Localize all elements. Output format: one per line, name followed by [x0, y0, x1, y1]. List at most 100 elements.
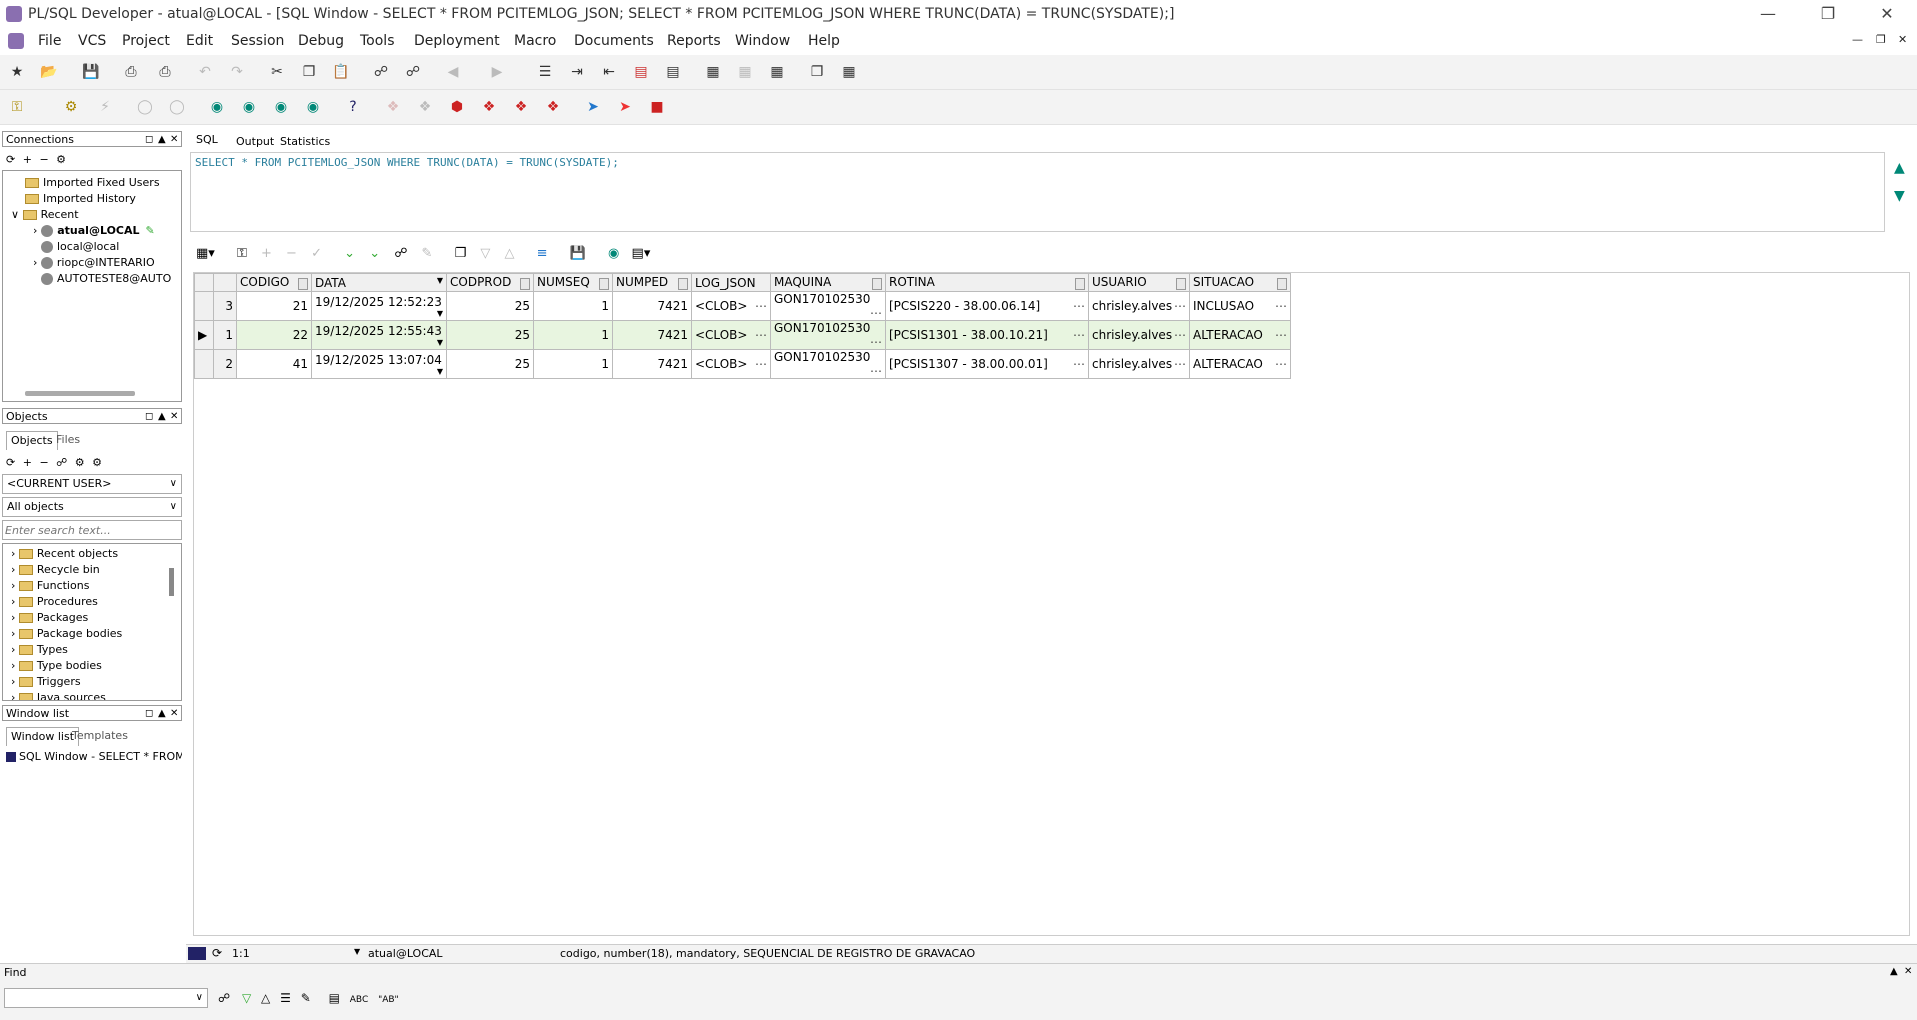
- sort-button[interactable]: [1075, 278, 1085, 290]
- cell-data[interactable]: 19/12/2025 12:52:23 ▼: [311, 291, 447, 321]
- cell-situacao[interactable]: INCLUSAO ⋯: [1189, 291, 1291, 321]
- menu-window[interactable]: Window: [735, 33, 790, 49]
- row-selector[interactable]: [194, 349, 214, 379]
- whole-word-icon[interactable]: "AB": [378, 995, 399, 1005]
- connections-float-icon[interactable]: ◻: [145, 132, 153, 148]
- debug-run-icon[interactable]: ❖: [384, 98, 402, 116]
- ellipsis-button[interactable]: ⋯: [1275, 299, 1287, 313]
- tree-item-riopc[interactable]: › riopc@INTERARIO: [33, 255, 155, 271]
- sql-editor[interactable]: SELECT * FROM PCITEMLOG_JSON WHERE TRUNC…: [190, 152, 1885, 232]
- chevron-down-icon[interactable]: ▼: [437, 276, 443, 285]
- clear-icon[interactable]: ✎: [422, 246, 433, 261]
- status-connection[interactable]: atual@LOCAL: [368, 947, 443, 960]
- commit-icon[interactable]: ◯: [136, 98, 154, 116]
- tree-item-packages[interactable]: › Packages: [11, 610, 88, 626]
- tab-sql[interactable]: SQL: [192, 131, 222, 149]
- row-selector-current[interactable]: ▶: [194, 320, 214, 350]
- connections-pin-icon[interactable]: ▲: [158, 132, 166, 148]
- mdi-close-button[interactable]: ✕: [1898, 33, 1907, 46]
- copy-icon[interactable]: ❐: [300, 63, 318, 81]
- cell-numseq[interactable]: 1: [533, 349, 613, 379]
- cell-data[interactable]: 19/12/2025 13:07:04 ▼: [311, 349, 447, 379]
- grid-select-icon[interactable]: ▦▾: [196, 246, 215, 261]
- report-icon[interactable]: ◉: [304, 98, 322, 116]
- ellipsis-button[interactable]: ⋯: [1275, 328, 1287, 342]
- cell-numped[interactable]: 7421: [612, 349, 692, 379]
- sort-button[interactable]: [872, 278, 882, 290]
- ellipsis-button[interactable]: ⋯: [1073, 357, 1085, 371]
- paste-icon[interactable]: 📋: [332, 63, 350, 81]
- step-over-icon[interactable]: ❖: [512, 98, 530, 116]
- cascade-icon[interactable]: ▦: [736, 63, 754, 81]
- print-preview-icon[interactable]: ⎙: [156, 63, 174, 81]
- tree-item-java-sources[interactable]: › Java sources: [11, 690, 106, 700]
- settings-icon[interactable]: ⚙: [56, 153, 66, 166]
- cell-numped[interactable]: 7421: [612, 291, 692, 321]
- clear-highlight-icon[interactable]: ✎: [301, 991, 311, 1005]
- find-previous-icon[interactable]: △: [261, 991, 270, 1005]
- redo-icon[interactable]: ↷: [228, 63, 246, 81]
- find-next-icon[interactable]: ▽: [242, 991, 251, 1005]
- tree-item-recent-objects[interactable]: › Recent objects: [11, 546, 118, 562]
- chevron-down-icon[interactable]: ▼: [437, 309, 443, 318]
- sort-button[interactable]: [1176, 278, 1186, 290]
- tab-statistics[interactable]: Statistics: [276, 133, 334, 151]
- tree-item-types[interactable]: › Types: [11, 642, 68, 658]
- command-icon[interactable]: ◉: [272, 98, 290, 116]
- insert-record-icon[interactable]: +: [261, 246, 272, 261]
- lock-icon[interactable]: ⚿: [237, 246, 247, 261]
- cut-icon[interactable]: ✂: [268, 63, 286, 81]
- ellipsis-button[interactable]: ⋯: [1275, 357, 1287, 371]
- table-row[interactable]: 3 21 19/12/2025 12:52:23 ▼ 25 1 7421 <CLO…: [194, 291, 1291, 321]
- cell-codprod[interactable]: 25: [446, 349, 534, 379]
- sort-button[interactable]: [599, 278, 609, 290]
- find-icon[interactable]: ☍: [372, 63, 390, 81]
- refresh-icon[interactable]: ⟳: [6, 153, 15, 166]
- cell-rotina[interactable]: [PCSIS1301 - 38.00.10.21] ⋯: [885, 320, 1089, 350]
- windowlist-float-icon[interactable]: ◻: [145, 706, 153, 722]
- sql-icon[interactable]: ◉: [240, 98, 258, 116]
- tab-files[interactable]: Files: [52, 431, 84, 449]
- cell-rotina[interactable]: [PCSIS220 - 38.00.06.14] ⋯: [885, 291, 1089, 321]
- arrow-right-red-icon[interactable]: ➤: [616, 98, 634, 116]
- ellipsis-button[interactable]: ⋯: [1073, 299, 1085, 313]
- chevron-down-icon[interactable]: ∨: [11, 208, 19, 221]
- post-icon[interactable]: ✓: [311, 246, 322, 261]
- filter-icon[interactable]: ⚙: [75, 456, 85, 469]
- horizontal-scrollbar[interactable]: [25, 391, 135, 396]
- cell-usuario[interactable]: chrisley.alves ⋯: [1088, 349, 1190, 379]
- cell-maquina[interactable]: GON170102530 ⋯: [770, 320, 886, 350]
- column-header-rotina[interactable]: ROTINA: [885, 273, 1089, 292]
- cell-numseq[interactable]: 1: [533, 291, 613, 321]
- cell-numseq[interactable]: 1: [533, 320, 613, 350]
- ellipsis-button[interactable]: ⋯: [755, 328, 767, 342]
- user-select[interactable]: <CURRENT USER> ∨: [2, 474, 182, 494]
- comment-icon[interactable]: ☰: [536, 63, 554, 81]
- help-icon[interactable]: ?: [344, 98, 362, 116]
- column-header-codigo[interactable]: CODIGO: [236, 273, 312, 292]
- save-icon[interactable]: 💾: [82, 63, 100, 81]
- match-case-icon[interactable]: ABC: [350, 995, 368, 1005]
- column-header-log-json[interactable]: LOG_JSON: [691, 273, 771, 292]
- cell-codigo[interactable]: 22: [236, 320, 312, 350]
- table-row[interactable]: 2 41 19/12/2025 13:07:04 ▼ 25 1 7421 <CLO…: [194, 349, 1291, 379]
- print-results-icon[interactable]: ◉: [608, 246, 619, 261]
- objects-close-icon[interactable]: ✕: [170, 409, 178, 425]
- tree-item-imported-history[interactable]: Imported History: [25, 191, 136, 207]
- cell-log-json[interactable]: <CLOB> ⋯: [691, 320, 771, 350]
- sort-button[interactable]: [678, 278, 688, 290]
- cell-situacao[interactable]: ALTERACAO ⋯: [1189, 349, 1291, 379]
- menu-project[interactable]: Project: [122, 33, 170, 49]
- column-header-maquina[interactable]: MAQUINA: [770, 273, 886, 292]
- connections-close-icon[interactable]: ✕: [170, 132, 178, 148]
- objects-float-icon[interactable]: ◻: [145, 409, 153, 425]
- tab-objects[interactable]: Objects: [6, 431, 58, 450]
- indent-icon[interactable]: ⇥: [568, 63, 586, 81]
- db-connect-icon[interactable]: ◉: [208, 98, 226, 116]
- tree-item-imported-fixed-users[interactable]: Imported Fixed Users: [25, 175, 160, 191]
- remove-icon[interactable]: −: [39, 153, 48, 166]
- windowlist-pin-icon[interactable]: ▲: [158, 706, 166, 722]
- sort-button[interactable]: [1277, 278, 1287, 290]
- tree-item-recycle-bin[interactable]: › Recycle bin: [11, 562, 100, 578]
- ellipsis-button[interactable]: ⋯: [755, 299, 767, 313]
